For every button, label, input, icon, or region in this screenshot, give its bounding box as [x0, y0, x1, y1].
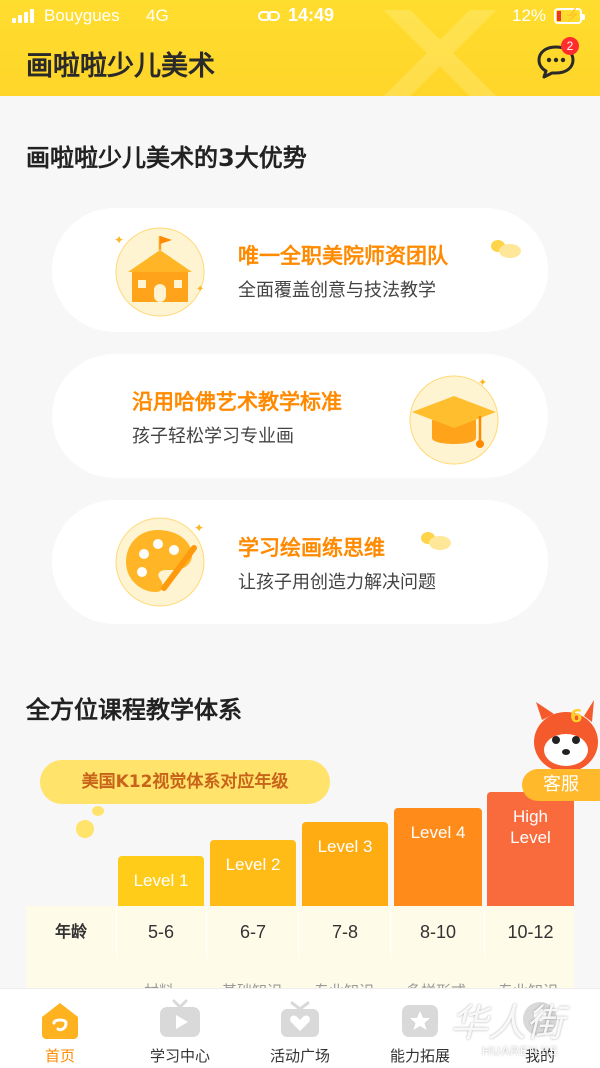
- card-subtitle: 孩子轻松学习专业画: [132, 426, 294, 447]
- battery-icon: ⚡: [554, 7, 585, 24]
- star-badge-icon: [402, 1005, 438, 1037]
- age-cell-1: 5-6: [147, 922, 174, 942]
- status-bar: Bouygues 4G 14:49 12% ⚡: [0, 0, 600, 32]
- play-icon: [160, 999, 200, 1037]
- advantages-title: 画啦啦少儿美术的3大优势: [26, 144, 307, 172]
- k12-label: 美国K12视觉体系对应年级: [40, 760, 330, 804]
- advantage-card-3[interactable]: ✦ 学习绘画练思维 让孩子用创造力解决问题: [52, 500, 548, 624]
- tab-learning-center[interactable]: 学习中心: [120, 989, 240, 1068]
- graduation-cap-icon: ✦: [409, 375, 499, 465]
- clock: 14:49: [288, 5, 335, 25]
- tab-label: 首页: [44, 1047, 75, 1065]
- advantage-card-2[interactable]: 沿用哈佛艺术教学标准 孩子轻松学习专业画 ✦: [52, 354, 548, 478]
- watermark: 华人街 HUARENJIE: [450, 1001, 565, 1058]
- home-icon: [42, 1003, 78, 1039]
- decor-dot: [92, 806, 104, 816]
- level-bar-1: Level 1: [118, 856, 204, 906]
- customer-service-button[interactable]: 客服: [522, 769, 600, 801]
- message-badge: 2: [561, 37, 579, 55]
- level-bar-high: High Level: [487, 792, 574, 906]
- carrier-name: Bouygues: [44, 6, 120, 25]
- age-cell-5: 10-12: [507, 922, 554, 942]
- card-subtitle: 让孩子用创造力解决问题: [238, 572, 436, 593]
- card-headline: 学习绘画练思维: [238, 536, 385, 560]
- curriculum-title: 全方位课程教学体系: [26, 696, 242, 724]
- svg-text:✦: ✦: [114, 233, 124, 247]
- age-cell-4: 8-10: [419, 922, 457, 942]
- level-bar-3: Level 3: [302, 822, 388, 906]
- signal-icon: [12, 9, 38, 23]
- network-type: 4G: [146, 6, 169, 25]
- palette-icon: ✦: [115, 517, 205, 607]
- level-bar-4: Level 4: [394, 808, 482, 906]
- svg-text:✦: ✦: [194, 521, 204, 535]
- speech-bubble-icon: [491, 240, 521, 258]
- age-header: 年龄: [54, 922, 87, 941]
- advantage-card-1[interactable]: ✦ ✦ 唯一全职美院师资团队 全面覆盖创意与技法教学: [52, 208, 548, 332]
- level-bar-2: Level 2: [210, 840, 296, 906]
- gift-heart-icon: [281, 1001, 319, 1037]
- svg-text:✦: ✦: [478, 376, 487, 389]
- svg-text:✦: ✦: [196, 284, 204, 295]
- tab-label: 学习中心: [149, 1047, 210, 1065]
- app-title: 画啦啦少儿美术: [26, 51, 215, 82]
- school-icon: ✦ ✦: [114, 227, 205, 317]
- card-headline: 沿用哈佛艺术教学标准: [132, 390, 342, 414]
- app-header: Bouygues 4G 14:49 12% ⚡ 画啦啦少儿美术 2: [0, 0, 600, 96]
- age-cell-3: 7-8: [331, 922, 358, 942]
- tab-activity-plaza[interactable]: 活动广场: [240, 989, 360, 1068]
- age-row: 年龄 5-6 6-7 7-8 8-10 10-12: [26, 906, 574, 958]
- speech-bubble-icon: [421, 532, 451, 550]
- tab-home[interactable]: 首页: [0, 989, 120, 1068]
- link-icon: [258, 11, 280, 21]
- decor-dot: [76, 820, 94, 838]
- card-subtitle: 全面覆盖创意与技法教学: [238, 280, 436, 301]
- svg-text:6: 6: [570, 706, 583, 727]
- age-cell-2: 6-7: [239, 922, 266, 942]
- card-headline: 唯一全职美院师资团队: [238, 244, 448, 268]
- battery-percent: 12%: [512, 6, 547, 25]
- tab-label: 活动广场: [269, 1047, 330, 1065]
